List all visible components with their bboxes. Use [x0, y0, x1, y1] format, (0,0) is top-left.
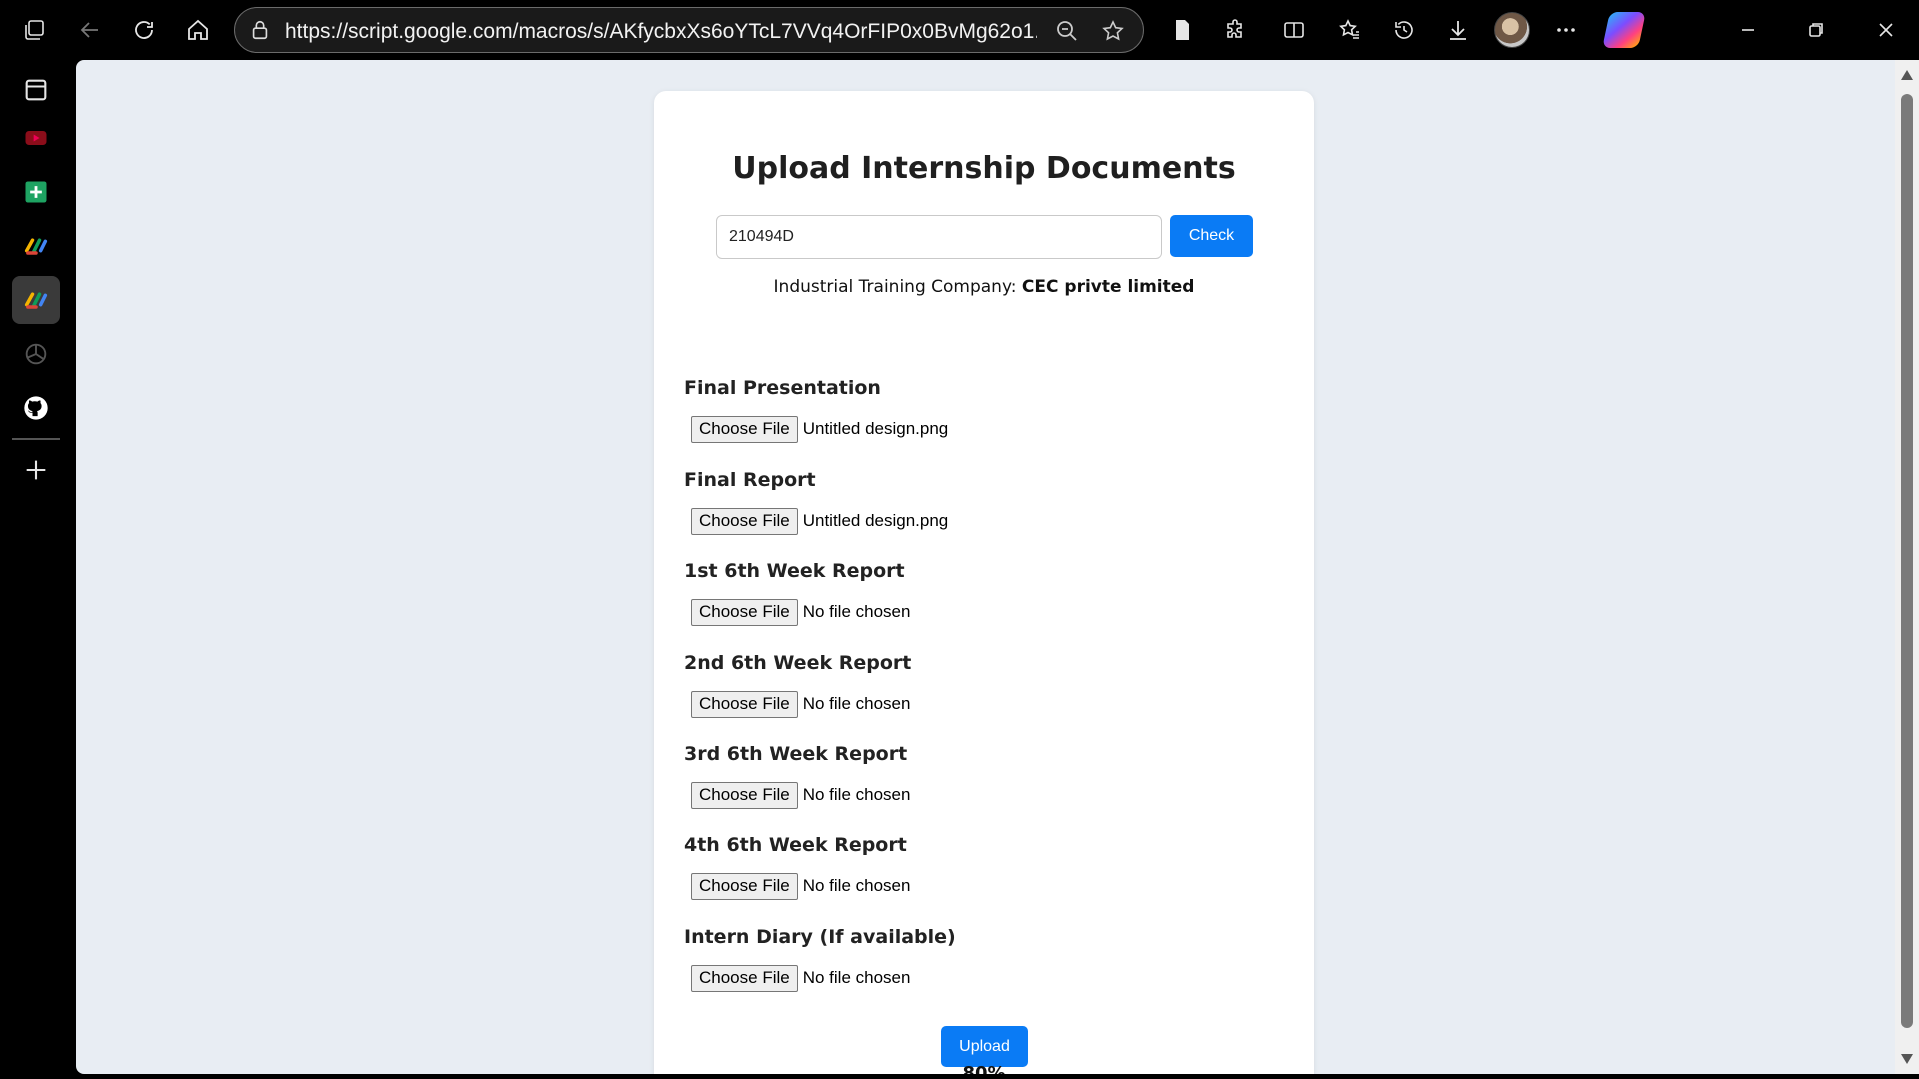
chatgpt-icon[interactable]: [12, 330, 60, 378]
scroll-thumb[interactable]: [1901, 94, 1913, 1028]
file-input[interactable]: Choose File No file chosen: [691, 781, 910, 809]
reading-view-icon[interactable]: [1166, 14, 1198, 46]
profile-avatar[interactable]: [1494, 12, 1530, 48]
page-viewport: Upload Internship Documents Check Indust…: [76, 60, 1895, 1074]
file-input[interactable]: Choose File Untitled design.png: [691, 507, 948, 535]
check-button[interactable]: Check: [1170, 215, 1253, 257]
file-name: Untitled design.png: [802, 511, 949, 530]
tab-actions-icon[interactable]: [12, 66, 60, 114]
favorite-star-icon[interactable]: [1101, 19, 1125, 43]
sheets-icon[interactable]: [12, 168, 60, 216]
file-input[interactable]: Choose File No file chosen: [691, 598, 910, 626]
refresh-icon[interactable]: [128, 14, 160, 46]
field-label: Final Report: [684, 469, 816, 491]
favorites-icon[interactable]: [1334, 14, 1366, 46]
browser-sidebar: [0, 60, 76, 1079]
apps-script-icon[interactable]: [12, 276, 60, 324]
page-title: Upload Internship Documents: [732, 151, 1236, 186]
company-prefix: Industrial Training Company:: [773, 277, 1017, 297]
field-label: Final Presentation: [684, 377, 881, 399]
downloads-icon[interactable]: [1442, 14, 1474, 46]
address-bar[interactable]: https://script.google.com/macros/s/AKfyc…: [234, 7, 1144, 53]
choose-file-button[interactable]: Choose File: [691, 507, 798, 535]
field-label: 2nd 6th Week Report: [684, 652, 912, 674]
file-name: No file chosen: [802, 876, 911, 895]
home-icon[interactable]: [182, 14, 214, 46]
company-name: CEC privte limited: [1021, 277, 1195, 297]
choose-file-button[interactable]: Choose File: [691, 598, 798, 626]
browser-window: https://script.google.com/macros/s/AKfyc…: [0, 0, 1919, 1079]
apps-script-icon[interactable]: [12, 222, 60, 270]
browser-toolbar: https://script.google.com/macros/s/AKfyc…: [0, 0, 1919, 60]
file-input[interactable]: Choose File No file chosen: [691, 964, 910, 992]
workspaces-icon[interactable]: [19, 14, 51, 46]
add-icon[interactable]: [12, 446, 60, 494]
choose-file-button[interactable]: Choose File: [691, 415, 798, 443]
student-id-input[interactable]: [716, 215, 1162, 259]
sidebar-divider: [12, 438, 60, 440]
upload-form-card: Upload Internship Documents Check Indust…: [654, 91, 1314, 1074]
field-label: Intern Diary (If available): [684, 926, 956, 948]
file-name: No file chosen: [802, 968, 911, 987]
restore-icon[interactable]: [1800, 14, 1832, 46]
file-input[interactable]: Choose File Untitled design.png: [691, 415, 948, 443]
choose-file-button[interactable]: Choose File: [691, 690, 798, 718]
vertical-scrollbar[interactable]: [1895, 60, 1919, 1074]
file-name: No file chosen: [802, 694, 911, 713]
lock-icon[interactable]: [249, 19, 271, 41]
minimize-icon[interactable]: [1732, 14, 1764, 46]
choose-file-button[interactable]: Choose File: [691, 964, 798, 992]
extensions-icon[interactable]: [1220, 14, 1252, 46]
copilot-icon[interactable]: [1602, 12, 1646, 48]
more-options-icon[interactable]: [1550, 14, 1582, 46]
scroll-up-arrow-icon[interactable]: [1901, 70, 1913, 80]
url-text[interactable]: https://script.google.com/macros/s/AKfyc…: [285, 20, 1037, 44]
youtube-icon[interactable]: [12, 114, 60, 162]
close-icon[interactable]: [1870, 14, 1902, 46]
file-name: No file chosen: [802, 602, 911, 621]
github-icon[interactable]: [12, 384, 60, 432]
split-screen-icon[interactable]: [1278, 14, 1310, 46]
zoom-out-icon[interactable]: [1055, 19, 1079, 43]
field-label: 4th 6th Week Report: [684, 834, 907, 856]
back-icon[interactable]: [74, 14, 106, 46]
choose-file-button[interactable]: Choose File: [691, 872, 798, 900]
file-name: No file chosen: [802, 785, 911, 804]
progress-percent-text: 80%: [962, 1063, 1006, 1074]
file-name: Untitled design.png: [802, 419, 949, 438]
company-info: Industrial Training Company: CEC privte …: [654, 277, 1314, 297]
field-label: 3rd 6th Week Report: [684, 743, 908, 765]
field-label: 1st 6th Week Report: [684, 560, 905, 582]
file-input[interactable]: Choose File No file chosen: [691, 872, 910, 900]
choose-file-button[interactable]: Choose File: [691, 781, 798, 809]
scroll-down-arrow-icon[interactable]: [1901, 1054, 1913, 1064]
file-input[interactable]: Choose File No file chosen: [691, 690, 910, 718]
history-icon[interactable]: [1388, 14, 1420, 46]
